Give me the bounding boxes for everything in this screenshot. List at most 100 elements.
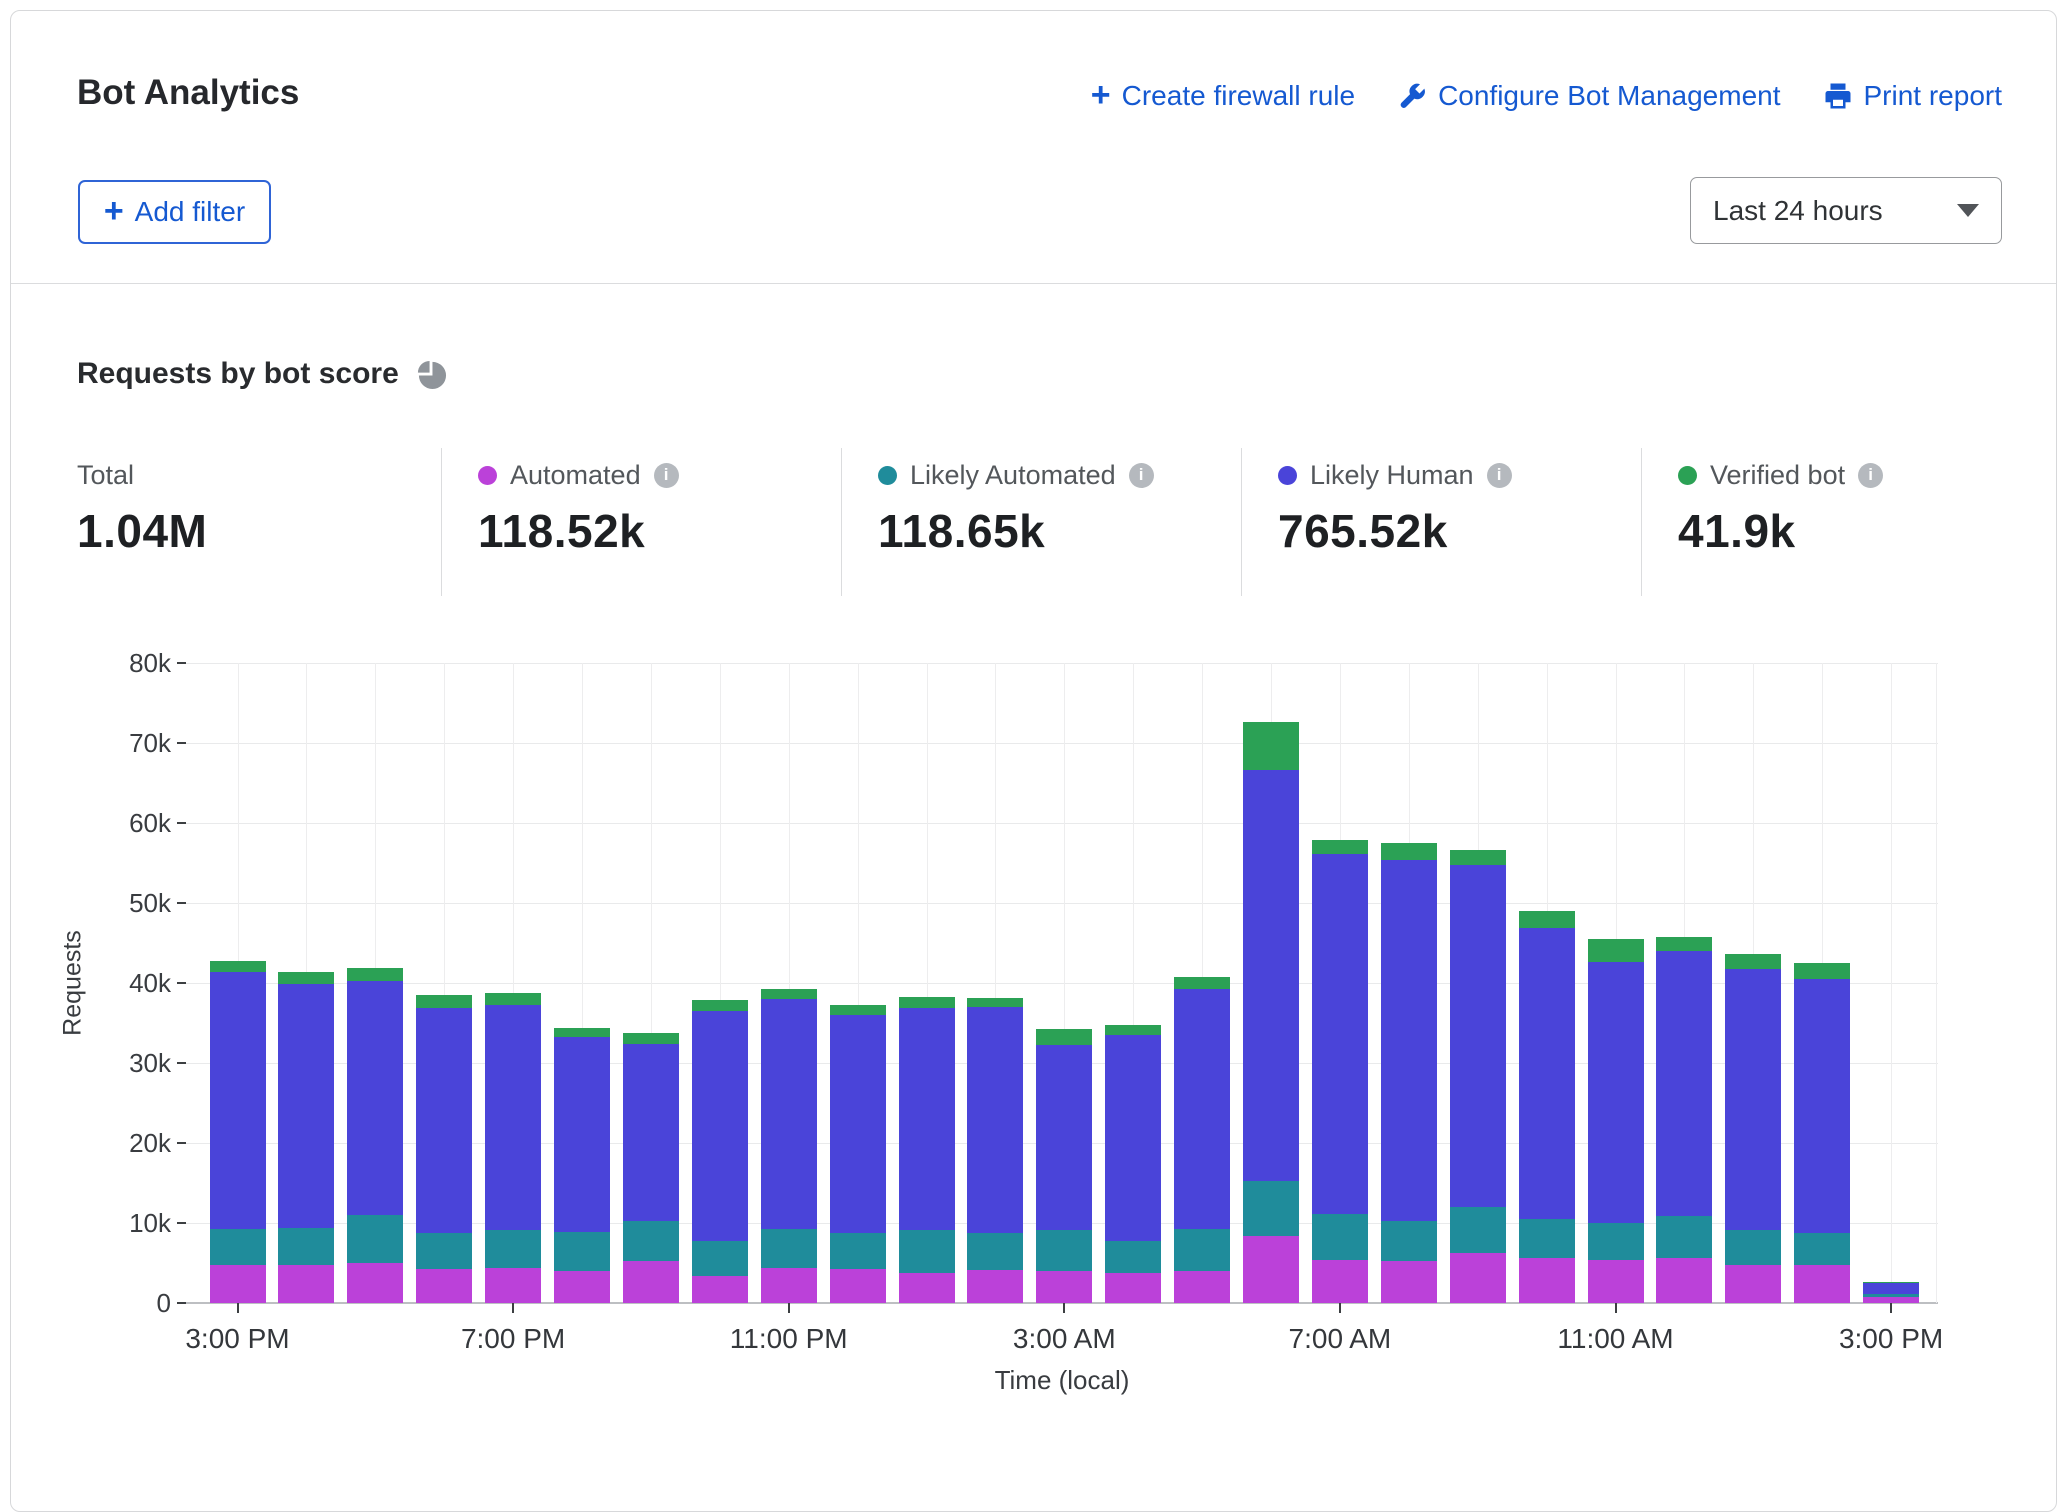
bar-segment[interactable] (416, 1269, 472, 1303)
configure-bot-management-link[interactable]: Configure Bot Management (1397, 80, 1780, 112)
bar-segment[interactable] (692, 1241, 748, 1275)
bar-segment[interactable] (1105, 1025, 1161, 1035)
bar-segment[interactable] (278, 984, 334, 1228)
bar-segment[interactable] (1588, 939, 1644, 962)
bar-segment[interactable] (761, 1229, 817, 1267)
bar-segment[interactable] (554, 1028, 610, 1038)
bar-segment[interactable] (1036, 1045, 1092, 1231)
bar-segment[interactable] (347, 1215, 403, 1263)
bar-segment[interactable] (1312, 840, 1368, 854)
bar-segment[interactable] (830, 1269, 886, 1303)
bar-segment[interactable] (1243, 770, 1299, 1180)
bar-segment[interactable] (1381, 860, 1437, 1222)
bar-segment[interactable] (1519, 1219, 1575, 1258)
bar-segment[interactable] (692, 1011, 748, 1241)
bar-segment[interactable] (1450, 865, 1506, 1207)
bar-segment[interactable] (347, 1263, 403, 1303)
bar-segment[interactable] (623, 1033, 679, 1043)
bar-segment[interactable] (623, 1044, 679, 1222)
bar-segment[interactable] (1243, 1236, 1299, 1303)
bar-segment[interactable] (1519, 1258, 1575, 1303)
bar-segment[interactable] (1588, 1223, 1644, 1260)
bar-segment[interactable] (1174, 1271, 1230, 1303)
bar-segment[interactable] (899, 1273, 955, 1303)
bar-segment[interactable] (1174, 989, 1230, 1228)
bar-segment[interactable] (1519, 911, 1575, 928)
bar-segment[interactable] (899, 1008, 955, 1230)
bar-segment[interactable] (1794, 979, 1850, 1233)
bar-segment[interactable] (1381, 1261, 1437, 1303)
bar-segment[interactable] (554, 1271, 610, 1303)
bar-segment[interactable] (1656, 1258, 1712, 1303)
bar-segment[interactable] (761, 1268, 817, 1303)
bar-segment[interactable] (899, 997, 955, 1007)
bar-segment[interactable] (416, 1008, 472, 1233)
bar-segment[interactable] (554, 1232, 610, 1271)
stat-likely-automated[interactable]: Likely Automated i 118.65k (878, 459, 1154, 558)
info-icon[interactable]: i (1129, 463, 1154, 488)
bar-segment[interactable] (1243, 722, 1299, 770)
bar-segment[interactable] (1105, 1241, 1161, 1273)
add-filter-button[interactable]: + Add filter (78, 180, 271, 244)
info-icon[interactable]: i (1858, 463, 1883, 488)
bar-segment[interactable] (830, 1015, 886, 1233)
bar-segment[interactable] (485, 1005, 541, 1231)
bar-segment[interactable] (1588, 1260, 1644, 1303)
bar-segment[interactable] (485, 1230, 541, 1268)
bar-segment[interactable] (967, 1233, 1023, 1270)
bar-segment[interactable] (1174, 1229, 1230, 1271)
bar-segment[interactable] (1519, 928, 1575, 1219)
bar-segment[interactable] (347, 981, 403, 1215)
bar-segment[interactable] (210, 961, 266, 972)
bar-segment[interactable] (554, 1037, 610, 1231)
create-firewall-rule-link[interactable]: + Create firewall rule (1091, 79, 1355, 113)
bar-segment[interactable] (1381, 843, 1437, 860)
info-icon[interactable]: i (1487, 463, 1512, 488)
bar-segment[interactable] (1863, 1283, 1919, 1294)
stat-likely-human[interactable]: Likely Human i 765.52k (1278, 459, 1512, 558)
bar-segment[interactable] (278, 1265, 334, 1303)
bar-segment[interactable] (967, 1007, 1023, 1233)
bar-segment[interactable] (1863, 1294, 1919, 1296)
bar-segment[interactable] (1794, 963, 1850, 979)
bar-segment[interactable] (1863, 1282, 1919, 1283)
bar-segment[interactable] (210, 972, 266, 1230)
bar-segment[interactable] (967, 998, 1023, 1007)
bar-segment[interactable] (210, 1229, 266, 1265)
bar-segment[interactable] (623, 1221, 679, 1261)
bar-segment[interactable] (1450, 1253, 1506, 1303)
stat-verified-bot[interactable]: Verified bot i 41.9k (1678, 459, 1883, 558)
bar-segment[interactable] (1794, 1233, 1850, 1264)
bar-segment[interactable] (1243, 1181, 1299, 1236)
bar-segment[interactable] (1794, 1265, 1850, 1303)
bar-segment[interactable] (1312, 1260, 1368, 1303)
bar-segment[interactable] (1381, 1221, 1437, 1261)
bar-segment[interactable] (1450, 850, 1506, 865)
time-range-dropdown[interactable]: Last 24 hours (1690, 177, 2002, 244)
bar-segment[interactable] (1588, 962, 1644, 1223)
bar-segment[interactable] (623, 1261, 679, 1303)
bar-segment[interactable] (1725, 969, 1781, 1231)
bar-segment[interactable] (761, 999, 817, 1229)
bar-segment[interactable] (1656, 951, 1712, 1216)
bar-segment[interactable] (278, 972, 334, 984)
bar-segment[interactable] (416, 1233, 472, 1270)
bar-segment[interactable] (1036, 1271, 1092, 1303)
bar-segment[interactable] (830, 1005, 886, 1015)
print-report-link[interactable]: Print report (1823, 80, 2003, 112)
bar-segment[interactable] (692, 1000, 748, 1011)
bar-segment[interactable] (1312, 854, 1368, 1214)
bar-segment[interactable] (967, 1270, 1023, 1303)
bar-segment[interactable] (1036, 1230, 1092, 1271)
bar-segment[interactable] (210, 1265, 266, 1303)
bar-segment[interactable] (347, 968, 403, 982)
bar-segment[interactable] (692, 1276, 748, 1303)
bar-segment[interactable] (1725, 954, 1781, 968)
bar-segment[interactable] (1312, 1214, 1368, 1260)
bar-segment[interactable] (1725, 1230, 1781, 1264)
bar-segment[interactable] (1174, 977, 1230, 989)
bar-segment[interactable] (416, 995, 472, 1008)
bar-segment[interactable] (1656, 937, 1712, 951)
bar-segment[interactable] (278, 1228, 334, 1265)
bar-segment[interactable] (1105, 1035, 1161, 1241)
